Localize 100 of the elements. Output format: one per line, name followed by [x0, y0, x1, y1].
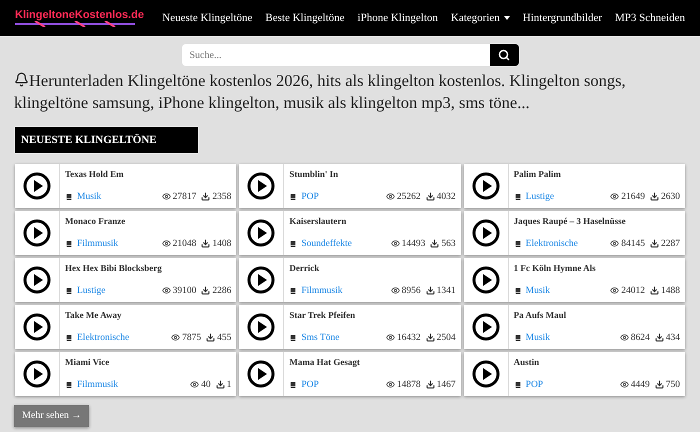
play-icon[interactable] — [23, 266, 51, 294]
eye-icon — [171, 333, 180, 342]
book-icon — [289, 380, 298, 389]
play-icon[interactable] — [247, 219, 276, 247]
download-icon — [426, 286, 435, 296]
download-count: 1467 — [436, 378, 456, 392]
download-count: 434 — [666, 332, 680, 345]
play-icon[interactable] — [247, 360, 276, 388]
category-link[interactable]: POP — [526, 378, 620, 392]
play-icon[interactable] — [247, 266, 276, 294]
nav-link[interactable]: Hintergrundbilder — [522, 10, 602, 26]
nav-link[interactable]: Neueste Klingeltöne — [162, 10, 252, 26]
ringtone-title[interactable]: Stumblin' In — [289, 168, 456, 182]
ringtone-title[interactable]: Hex Hex Bibi Blocksberg — [65, 262, 232, 276]
ringtone-title[interactable]: Miami Vice — [65, 356, 232, 370]
download-icon — [216, 380, 225, 390]
play-icon[interactable] — [472, 266, 500, 294]
ringtone-title[interactable]: Kaiserslautern — [289, 215, 456, 228]
play-icon[interactable] — [23, 219, 51, 247]
view-count: 24012 — [621, 284, 645, 298]
book-icon — [65, 240, 73, 248]
book-icon — [514, 334, 522, 342]
ringtone-title[interactable]: Pa Aufs Maul — [514, 309, 680, 322]
category-link[interactable]: Filmmusik — [77, 236, 162, 251]
logo[interactable]: KlingeltoneKostenlos.de — [15, 10, 148, 26]
download-count: 1408 — [212, 238, 232, 251]
download-count: 750 — [666, 378, 680, 392]
category-link[interactable]: Soundeffekte — [301, 236, 391, 251]
category-link[interactable]: POP — [301, 190, 386, 204]
view-count: 16432 — [396, 332, 421, 345]
download-icon — [650, 286, 659, 296]
ringtone-title[interactable]: Take Me Away — [65, 309, 232, 322]
bell-icon — [14, 72, 29, 87]
view-count: 40 — [201, 378, 211, 392]
view-count: 14493 — [402, 238, 426, 251]
play-icon[interactable] — [472, 313, 500, 341]
view-count: 21649 — [621, 190, 645, 204]
play-icon[interactable] — [23, 360, 51, 388]
book-icon — [65, 380, 73, 389]
download-count: 4032 — [436, 190, 456, 204]
category-link[interactable]: Lustige — [526, 190, 610, 204]
more-button[interactable]: Mehr sehen → — [14, 404, 90, 426]
book-icon — [289, 192, 298, 201]
view-count: 25262 — [396, 190, 421, 204]
download-count: 1341 — [436, 284, 456, 298]
search-field[interactable]: Suche... — [182, 44, 490, 66]
ringtone-title[interactable]: Derrick — [289, 262, 456, 276]
ringtone-title[interactable]: 1 Fc Köln Hymne Als — [514, 262, 680, 276]
intro-text: Herunterladen Klingeltöne kostenlos 2026, hits als klingelton kostenlos. Klingelton songs, klingeltöne samsung, iPhone klingelton, musik als klingelton mp3, sms töne... — [14, 70, 627, 114]
category-link[interactable]: Sms Töne — [301, 330, 386, 345]
view-count: 39100 — [172, 284, 196, 298]
nav-link[interactable]: Beste Klingeltöne — [265, 10, 345, 26]
eye-icon — [162, 239, 171, 248]
category-link[interactable]: Musik — [526, 330, 620, 345]
eye-icon — [610, 286, 620, 296]
caret-icon — [504, 16, 510, 20]
eye-icon — [620, 333, 629, 342]
eye-icon — [390, 239, 400, 248]
book-icon — [65, 192, 73, 201]
eye-icon — [162, 286, 171, 296]
ringtone-title[interactable]: Jaques Raupé – 3 Haselnüsse — [514, 215, 680, 228]
category-link[interactable]: Lustige — [77, 284, 162, 298]
play-icon[interactable] — [247, 172, 276, 200]
view-count: 27817 — [172, 190, 196, 204]
play-icon[interactable] — [23, 313, 51, 341]
sound-wave-icon — [15, 20, 135, 26]
download-count: 2358 — [212, 190, 232, 204]
play-icon[interactable] — [472, 219, 500, 247]
category-link[interactable]: POP — [301, 378, 386, 392]
download-count: 2286 — [212, 284, 232, 298]
ringtone-title[interactable]: Texas Hold Em — [65, 168, 232, 182]
search-button[interactable] — [490, 44, 518, 66]
category-link[interactable]: Filmmusik — [77, 378, 190, 392]
book-icon — [514, 286, 522, 295]
ringtone-title[interactable]: Mama Hat Gesagt — [289, 356, 456, 370]
ringtone-title[interactable]: Star Trek Pfeifen — [289, 309, 456, 322]
nav-link[interactable]: iPhone Klingelton — [358, 10, 438, 26]
eye-icon — [190, 380, 200, 390]
ringtone-title[interactable]: Austin — [514, 356, 680, 370]
category-link[interactable]: Elektronische — [526, 236, 610, 251]
play-icon[interactable] — [23, 172, 51, 200]
logo-text[interactable]: KlingeltoneKostenlos.de — [15, 10, 144, 20]
play-icon[interactable] — [247, 313, 276, 341]
category-link[interactable]: Filmmusik — [301, 284, 391, 298]
book-icon — [65, 334, 73, 342]
ringtone-title[interactable]: Monaco Franze — [65, 215, 232, 228]
category-link[interactable]: Musik — [77, 190, 162, 204]
play-icon[interactable] — [472, 172, 500, 200]
book-icon — [289, 240, 298, 248]
play-icon[interactable] — [472, 360, 500, 388]
download-count: 455 — [217, 332, 232, 345]
section-title: NEUESTE KLINGELTÖNE — [15, 127, 198, 153]
nav-dropdown[interactable]: Kategorien — [450, 10, 510, 26]
category-link[interactable]: Elektronische — [77, 330, 172, 345]
view-count: 14878 — [396, 378, 421, 392]
nav-link[interactable]: MP3 Schneiden — [615, 10, 685, 26]
category-link[interactable]: Musik — [526, 284, 610, 298]
book-icon — [514, 192, 522, 201]
ringtone-title[interactable]: Palim Palim — [514, 168, 680, 182]
eye-icon — [386, 192, 395, 202]
